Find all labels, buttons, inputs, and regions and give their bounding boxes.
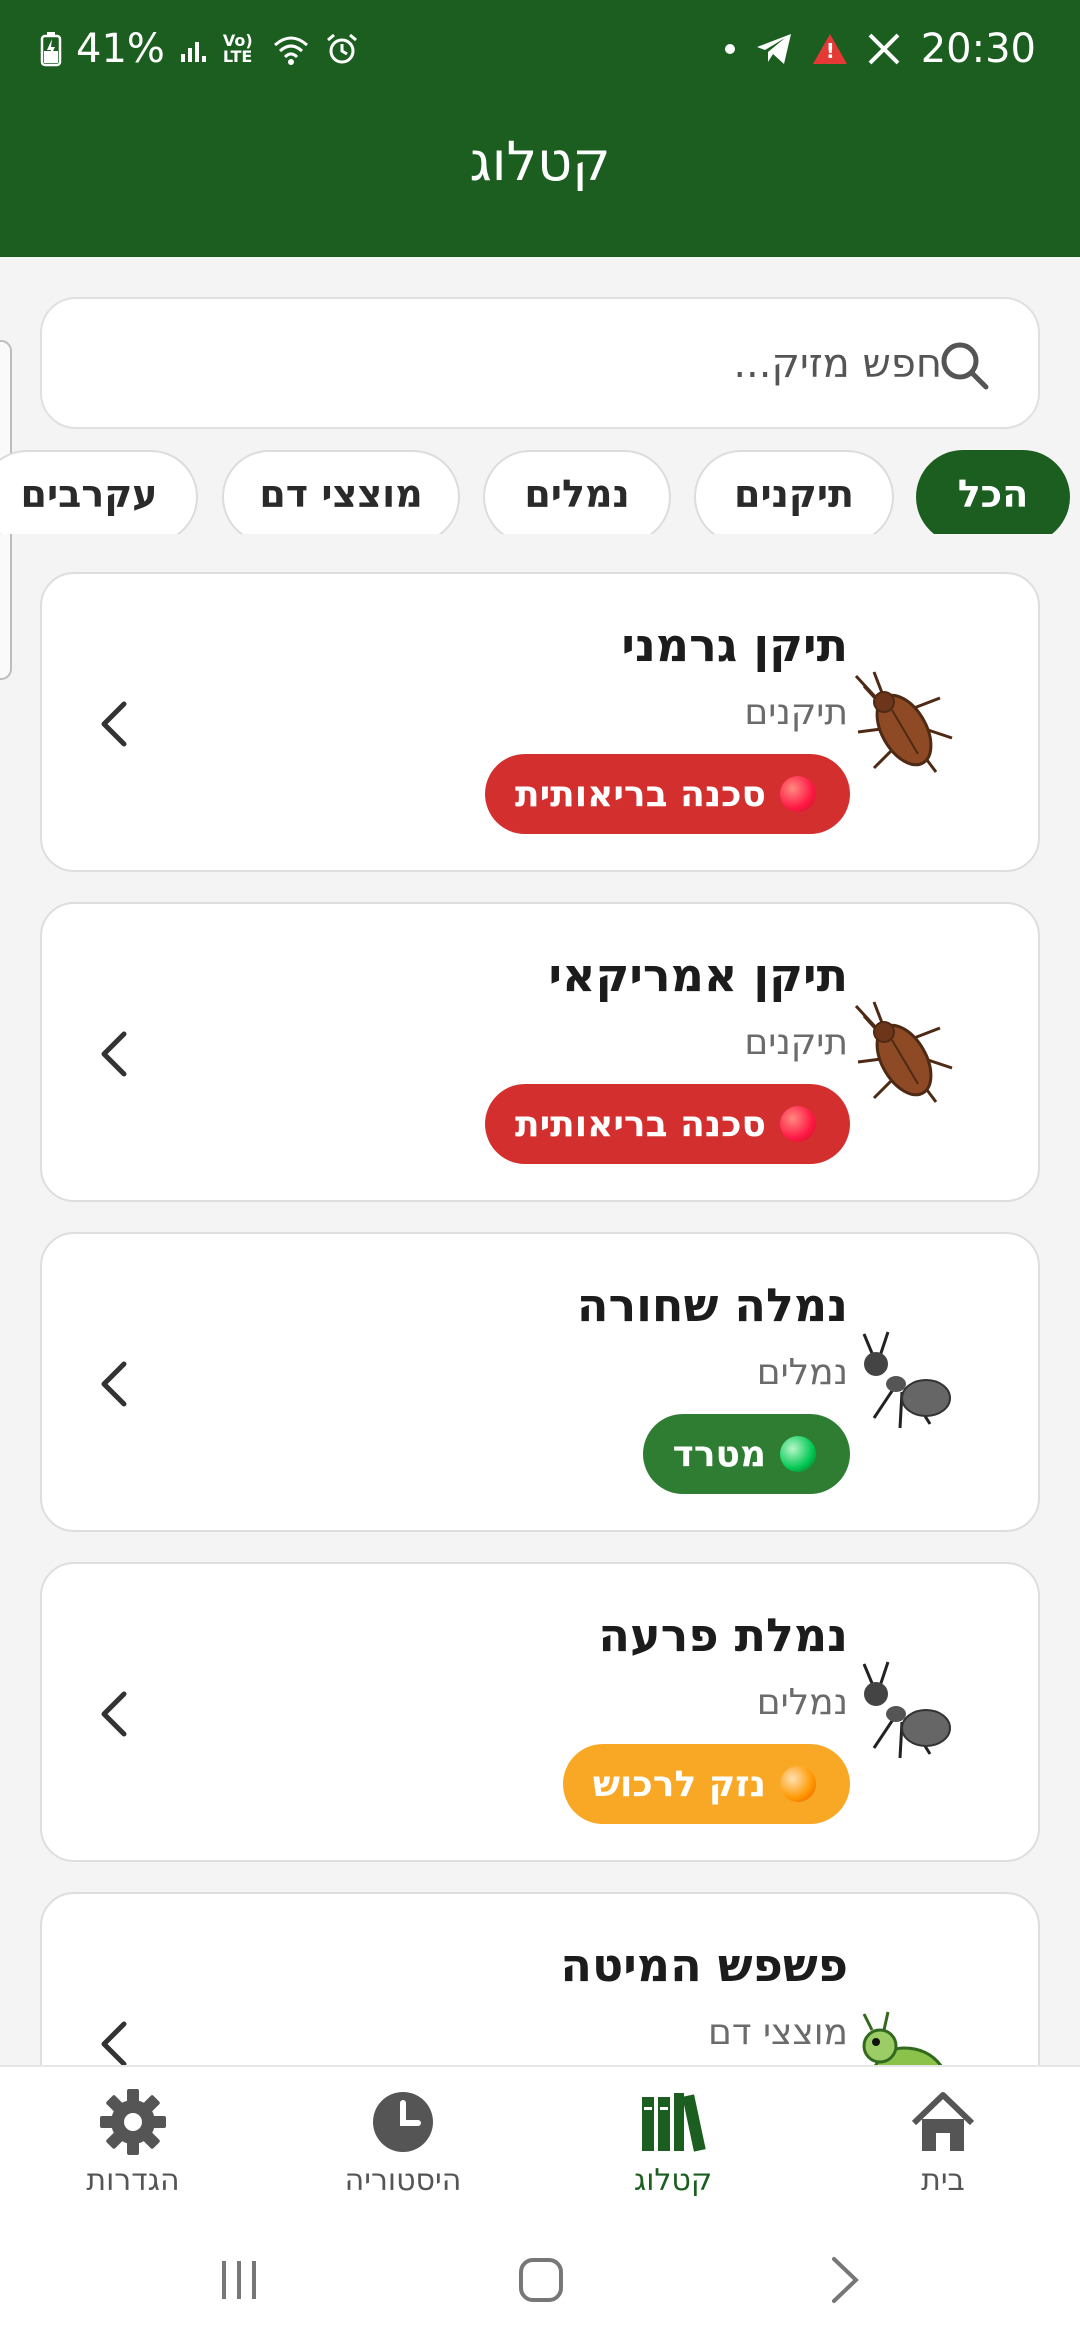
- chip-scorpions[interactable]: עקרבים: [0, 450, 198, 534]
- pest-category: תיקנים: [744, 1022, 848, 1063]
- pest-card[interactable]: תיקן גרמני תיקנים סכנה בריאותית: [40, 572, 1040, 872]
- telegram-icon: [756, 34, 791, 64]
- clock: 20:30: [920, 26, 1036, 72]
- pest-name: נמלה שחורה: [576, 1278, 848, 1332]
- risk-badge: מטרד: [642, 1414, 850, 1494]
- pest-card[interactable]: פשפש המיטה מוצצי דם: [40, 1892, 1040, 2065]
- nav-label: היסטוריה: [344, 2163, 462, 2198]
- chip-label: הכל: [957, 472, 1029, 516]
- risk-badge: סכנה בריאותית: [484, 754, 850, 834]
- chip-label: נמלים: [524, 472, 630, 516]
- chevron-left-icon[interactable]: [94, 1354, 134, 1414]
- pest-name: תיקן גרמני: [621, 618, 848, 672]
- cockroach-icon: [854, 1001, 953, 1103]
- battery-percent: 41%: [76, 26, 165, 72]
- chevron-left-icon[interactable]: [94, 1024, 134, 1084]
- signal-icon: [180, 42, 206, 62]
- pest-name: נמלת פרעה: [598, 1608, 848, 1662]
- history-icon: [373, 2092, 433, 2152]
- status-left: 41% Vo) LTE: [40, 26, 359, 72]
- search-icon[interactable]: [936, 337, 992, 393]
- chip-all[interactable]: הכל: [916, 450, 1070, 534]
- nav-label: קטלוג: [633, 2163, 713, 2198]
- chevron-left-icon[interactable]: [94, 2014, 134, 2065]
- settings-icon: [100, 2089, 166, 2155]
- pest-card[interactable]: נמלת פרעה נמלים נזק לרכוש: [40, 1562, 1040, 1862]
- notification-dot-icon: [724, 44, 735, 54]
- ant-icon: [862, 1661, 951, 1759]
- nav-history[interactable]: היסטוריה: [303, 2087, 503, 2198]
- pest-name: תיקן אמריקאי: [548, 948, 848, 1002]
- alarm-icon: [326, 33, 357, 64]
- status-right: 20:30: [724, 26, 1036, 72]
- nav-label: בית: [921, 2163, 965, 2198]
- back-icon[interactable]: [820, 2255, 870, 2305]
- red-dot-icon: [780, 776, 816, 812]
- home-button-icon[interactable]: [516, 2255, 566, 2305]
- risk-label: סכנה בריאותית: [514, 1103, 766, 1145]
- chevron-left-icon[interactable]: [94, 1684, 134, 1744]
- pest-category: תיקנים: [744, 692, 848, 733]
- cockroach-icon: [854, 671, 953, 773]
- risk-badge: נזק לרכוש: [562, 1744, 850, 1824]
- pest-card[interactable]: תיקן אמריקאי תיקנים סכנה בריאותית: [40, 902, 1040, 1202]
- x-icon: [868, 33, 900, 65]
- green-dot-icon: [780, 1436, 816, 1472]
- nav-label: הגדרות: [86, 2163, 180, 2198]
- search-input[interactable]: [82, 329, 942, 399]
- risk-label: סכנה בריאותית: [514, 773, 766, 815]
- wifi-icon: [273, 36, 308, 65]
- chip-label: תיקנים: [734, 472, 854, 516]
- risk-badge: סכנה בריאותית: [484, 1084, 850, 1164]
- risk-label: מטרד: [672, 1433, 766, 1475]
- nav-settings[interactable]: הגדרות: [33, 2087, 233, 2198]
- page-title: קטלוג: [469, 130, 611, 193]
- status-bar: 41% Vo) LTE 20:30: [0, 0, 1080, 100]
- pest-category: נמלים: [756, 1682, 848, 1723]
- system-navigation-bar: [0, 2215, 1080, 2340]
- chip-label: עקרבים: [20, 472, 158, 516]
- chevron-left-icon[interactable]: [94, 694, 134, 754]
- catalog-icon: [642, 2093, 706, 2152]
- pest-category: מוצצי דם: [707, 2012, 848, 2053]
- pest-card[interactable]: נמלה שחורה נמלים מטרד: [40, 1232, 1040, 1532]
- pest-category: נמלים: [756, 1352, 848, 1393]
- ant-icon: [862, 1331, 951, 1429]
- orange-dot-icon: [780, 1766, 816, 1802]
- battery-charging-icon: [40, 32, 62, 67]
- recent-apps-icon[interactable]: [214, 2255, 264, 2305]
- filter-chips: הכל תיקנים נמלים מוצצי דם עקרבים: [0, 450, 1080, 534]
- nav-catalog[interactable]: קטלוג: [573, 2087, 773, 2198]
- risk-label: נזק לרכוש: [592, 1763, 766, 1805]
- app-header: 41% Vo) LTE 20:30 קטלוג: [0, 0, 1080, 257]
- nav-home[interactable]: בית: [843, 2087, 1043, 2198]
- warning-icon: [812, 34, 847, 64]
- pest-name: פשפש המיטה: [560, 1938, 848, 1992]
- bottom-navigation: בית קטלוג היסטוריה הגדרות: [0, 2065, 1080, 2215]
- chip-bloodsuckers[interactable]: מוצצי דם: [222, 450, 460, 534]
- volte-label: Vo) LTE: [222, 31, 253, 66]
- chip-label: מוצצי דם: [259, 472, 423, 516]
- chip-ants[interactable]: נמלים: [483, 450, 671, 534]
- home-icon: [911, 2092, 975, 2151]
- red-dot-icon: [780, 1106, 816, 1142]
- search-bar: [40, 297, 1040, 429]
- chip-cockroaches[interactable]: תיקנים: [694, 450, 894, 534]
- bug-icon: [862, 2011, 943, 2065]
- pest-list: תיקן גרמני תיקנים סכנה בריאותית תיקן אמר…: [0, 560, 1080, 2065]
